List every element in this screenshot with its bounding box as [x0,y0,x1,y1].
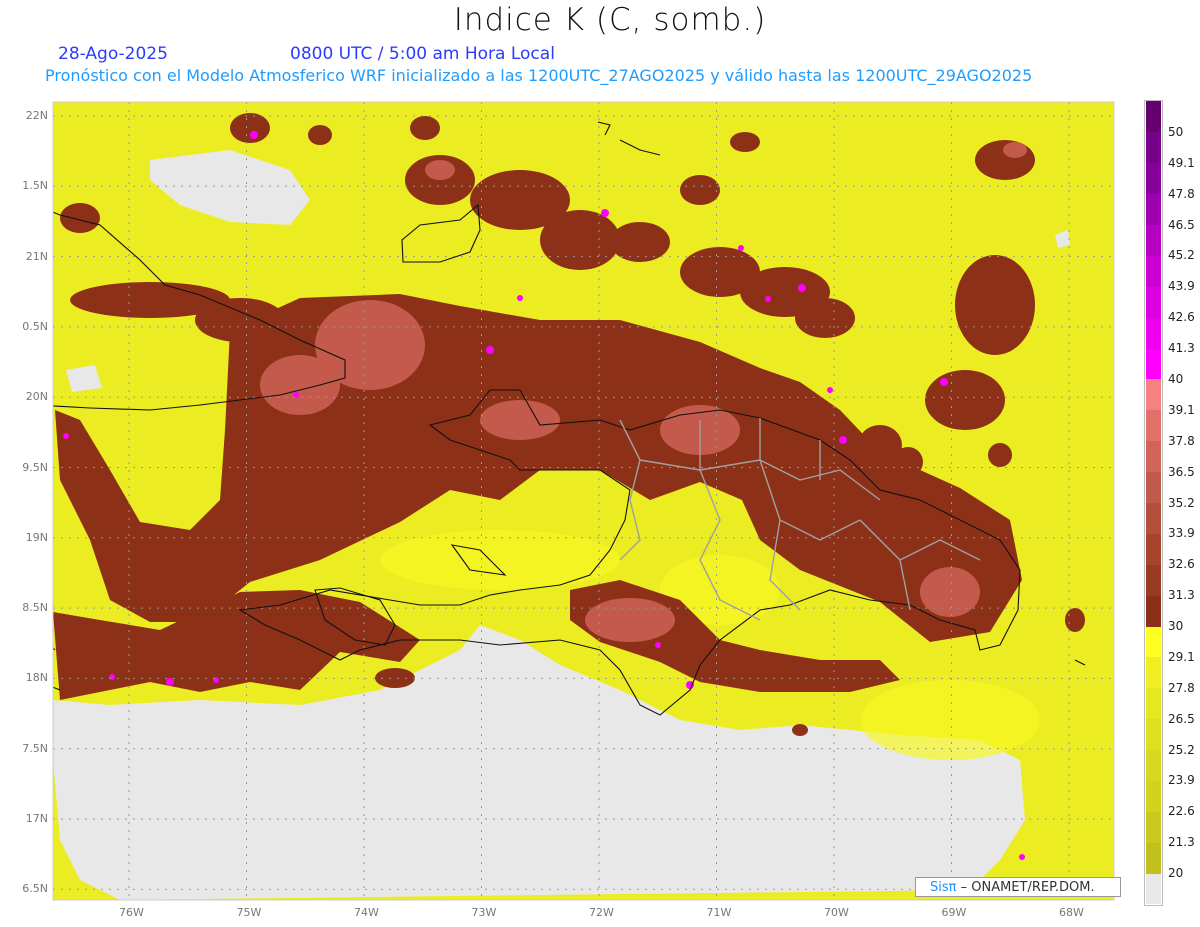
colorbar-cell [1146,101,1161,133]
colorbar-label: 43.9 [1168,279,1195,294]
lon-label: 76W [119,906,144,919]
colorbar-label: 20 [1168,866,1184,881]
colorbar-label: 30 [1168,619,1184,634]
colorbar-cell [1146,409,1161,442]
colorbar-cell [1146,811,1161,843]
colorbar-label: 50 [1168,124,1184,139]
colorbar-cell [1146,502,1161,534]
colorbar-label: 47.8 [1168,186,1195,201]
colorbar-cell [1146,873,1161,905]
colorbar-label: 27.8 [1168,680,1195,695]
lat-label: 8.5N [22,601,48,615]
lat-label: 1.5N [22,179,48,193]
colorbar-cell [1146,193,1161,226]
colorbar-cell [1146,749,1161,781]
lat-label: 17N [25,812,48,825]
colorbar-label: 31.3 [1168,588,1195,603]
logo-text: – ONAMET/REP.DOM. [956,880,1095,895]
lon-label: 75W [236,906,262,919]
colorbar-label: 41.3 [1168,341,1195,356]
colorbar-cell [1146,687,1161,720]
colorbar-label: 26.5 [1168,711,1195,726]
colorbar-label: 33.9 [1168,526,1195,541]
colorbar-label: 46.5 [1168,217,1195,232]
colorbar-label: 32.6 [1168,557,1195,572]
colorbar-cell [1146,842,1161,874]
colorbar-cell [1146,626,1161,658]
lon-label: 70W [824,906,849,919]
colorbar-cell [1146,595,1161,627]
colorbar-cell [1146,440,1161,473]
colorbar-cell [1146,224,1161,256]
colorbar-label: 42.6 [1168,310,1195,325]
colorbar-cell [1146,317,1161,349]
colorbar-cell [1146,471,1161,503]
colorbar-label: 22.6 [1168,804,1195,819]
colorbar-cell [1146,718,1161,751]
lat-label: 9.5N [22,460,48,474]
colorbar-cell [1146,162,1161,195]
lat-label: 19N [25,530,48,544]
lon-label: 72W [589,906,614,919]
lat-label: 6.5N [22,882,48,896]
colorbar-cell [1146,378,1161,411]
onamet-logo: Sisπ – ONAMET/REP.DOM. [915,877,1121,897]
colorbar-cell [1146,348,1161,380]
colorbar-label: 37.8 [1168,433,1195,448]
lat-label: 7.5N [22,741,48,755]
lon-label: 71W [706,906,732,919]
colorbar-label: 39.1 [1168,402,1195,417]
lat-label: 21N [25,249,48,263]
colorbar-label: 36.5 [1168,464,1195,479]
lat-label: 20N [25,390,48,404]
colorbar-cell [1146,780,1161,812]
lat-label: 22N [25,109,48,122]
lon-label: 68W [1059,906,1084,919]
colorbar-label: 45.2 [1168,248,1195,263]
lat-label: 18N [25,671,48,685]
colorbar-label: 49.1 [1168,155,1195,170]
lon-label: 73W [471,906,497,919]
colorbar-cell [1146,255,1161,287]
k-index-map [52,101,1115,901]
colorbar-label: 29.1 [1168,649,1195,664]
colorbar-cell [1146,564,1161,596]
colorbar-label: 25.2 [1168,742,1195,757]
lat-label: 0.5N [22,319,48,333]
colorbar-label: 23.9 [1168,773,1195,788]
lon-label: 69W [941,906,967,919]
logo-sis: Sisπ [930,880,957,895]
colorbar-cell [1146,533,1161,565]
colorbar-cell [1146,286,1161,318]
colorbar-cell [1146,131,1161,164]
colorbar-label: 40 [1168,371,1184,386]
colorbar-label: 21.3 [1168,835,1195,850]
colorbar-label: 35.2 [1168,495,1195,510]
lon-label: 74W [354,906,379,919]
colorbar-cell [1146,656,1161,689]
